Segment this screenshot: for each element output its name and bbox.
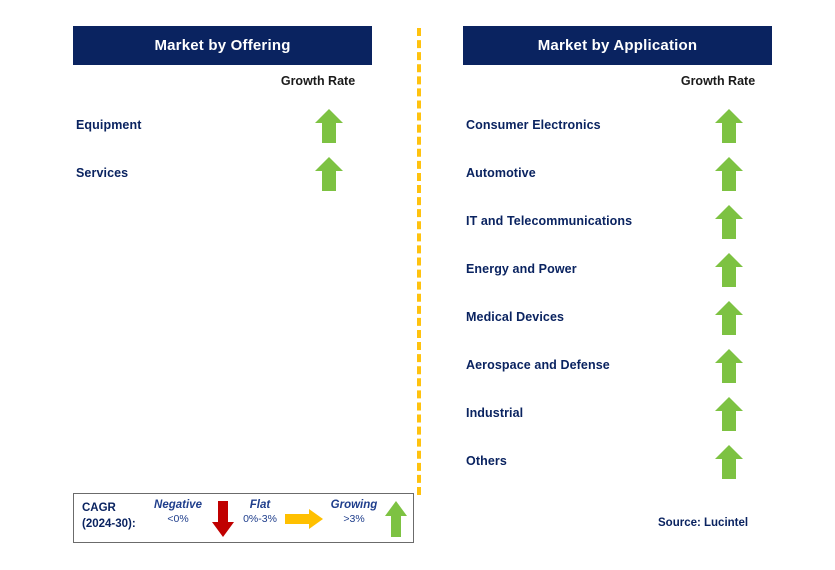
row-label-aerospace-and-defense: Aerospace and Defense [466,358,610,372]
market-by-application-panel: Market by Application Growth Rate Consum… [463,26,772,479]
table-row: IT and Telecommunications [463,202,772,250]
arrow-up-icon [314,108,344,144]
legend-title-line2: (2024-30): [82,518,136,530]
cagr-legend: CAGR (2024-30): Negative <0% Flat 0%-3% … [73,493,414,543]
arrow-up-icon [714,396,744,432]
panel-title-offering: Market by Offering [73,26,372,65]
row-label-energy-and-power: Energy and Power [466,262,577,276]
arrow-up-icon [714,444,744,480]
growth-rate-column-header-left: Growth Rate [280,74,356,88]
table-row: Industrial [463,394,772,442]
row-label-automotive: Automotive [466,166,536,180]
legend-title: CAGR (2024-30): [82,500,136,532]
vertical-dashed-divider [417,28,421,495]
legend-item-growing: Growing >3% [319,499,389,525]
offering-rows: Equipment Services [73,106,372,202]
legend-word-growing: Growing [330,499,378,511]
table-row: Equipment [73,106,372,154]
panel-title-application: Market by Application [463,26,772,65]
market-by-offering-panel: Market by Offering Growth Rate Equipment… [73,26,372,191]
legend-title-line1: CAGR [82,502,116,514]
arrow-up-icon [314,156,344,192]
row-label-others: Others [466,454,507,468]
row-label-services: Services [76,166,129,180]
table-row: Others [463,442,772,490]
arrow-up-icon [714,108,744,144]
legend-range-flat: 0%-3% [243,513,277,525]
table-row: Consumer Electronics [463,106,772,154]
table-row: Medical Devices [463,298,772,346]
legend-word-negative: Negative [154,499,202,511]
table-row: Services [73,154,372,202]
source-attribution: Source: Lucintel [658,517,749,529]
table-row: Energy and Power [463,250,772,298]
row-label-medical-devices: Medical Devices [466,310,565,324]
arrow-up-icon [714,300,744,336]
legend-item-negative: Negative <0% [143,499,213,525]
row-label-equipment: Equipment [76,118,142,132]
legend-range-growing: >3% [343,513,365,525]
legend-item-flat: Flat 0%-3% [229,499,291,525]
row-label-industrial: Industrial [466,406,524,420]
growth-rate-column-header-right: Growth Rate [680,74,756,88]
legend-range-negative: <0% [167,513,189,525]
arrow-up-icon [714,252,744,288]
arrow-up-icon [384,500,408,538]
arrow-up-icon [714,204,744,240]
table-row: Automotive [463,154,772,202]
arrow-up-icon [714,156,744,192]
application-rows: Consumer Electronics Automotive IT and T… [463,106,772,490]
infographic-canvas: Market by Offering Growth Rate Equipment… [0,0,835,570]
arrow-right-icon [284,508,324,530]
legend-word-flat: Flat [249,499,271,511]
row-label-consumer-electronics: Consumer Electronics [466,118,601,132]
table-row: Aerospace and Defense [463,346,772,394]
row-label-it-and-telecommunications: IT and Telecommunications [466,214,633,228]
arrow-up-icon [714,348,744,384]
